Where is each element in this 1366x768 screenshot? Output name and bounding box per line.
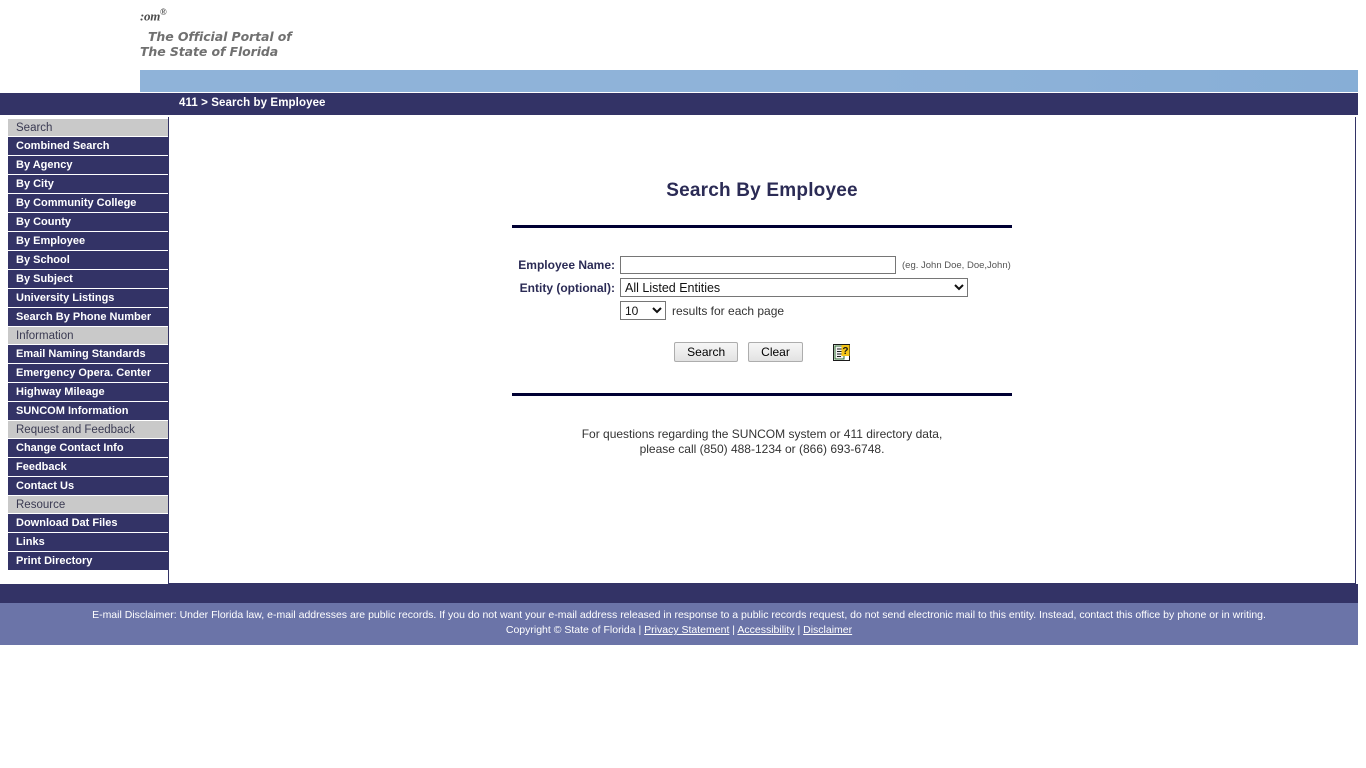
sidebar-item-by-city[interactable]: By City: [8, 175, 168, 194]
results-per-page-label: results for each page: [672, 303, 785, 318]
sidebar-item-highway-mileage[interactable]: Highway Mileage: [8, 383, 174, 402]
divider-bottom: [512, 393, 1012, 396]
employee-name-input[interactable]: [620, 256, 896, 274]
logo-domain-text: :om®: [140, 7, 167, 24]
breadcrumb: 411 > Search by Employee: [179, 97, 326, 109]
accessibility-link[interactable]: Accessibility: [737, 624, 794, 636]
breadcrumb-bar: 411 > Search by Employee: [0, 93, 1358, 115]
sidebar-item-change-contact-info[interactable]: Change Contact Info: [8, 439, 168, 458]
sidebar-item-search-by-phone-number[interactable]: Search By Phone Number: [8, 308, 174, 327]
sidebar-item-feedback[interactable]: Feedback: [8, 458, 168, 477]
sidebar-item-by-subject[interactable]: By Subject: [8, 270, 168, 289]
entity-row: Entity (optional): All Listed Entities: [512, 278, 1012, 297]
sidebar-group-resource: Resource: [8, 496, 168, 514]
sidebar-item-links[interactable]: Links: [8, 533, 168, 552]
sidebar-item-print-directory[interactable]: Print Directory: [8, 552, 168, 571]
sidebar-item-university-listings[interactable]: University Listings: [8, 289, 168, 308]
logo-tagline: The Official Portal of The State of Flor…: [140, 29, 292, 59]
sidebar-item-by-county[interactable]: By County: [8, 213, 168, 232]
employee-name-label: Employee Name:: [518, 258, 615, 272]
sidebar-item-by-community-college[interactable]: By Community College: [8, 194, 168, 213]
registered-mark-icon: ®: [160, 7, 167, 17]
privacy-statement-link[interactable]: Privacy Statement: [644, 624, 729, 636]
sidebar-item-emergency-operations-center[interactable]: Emergency Opera. Center: [8, 364, 174, 383]
sidebar-item-by-agency[interactable]: By Agency: [8, 156, 168, 175]
logo-tagline-line1: The Official Portal of: [148, 29, 292, 44]
sidebar-group-information: Information: [8, 327, 168, 345]
sidebar-item-by-employee[interactable]: By Employee: [8, 232, 168, 251]
email-disclaimer: E-mail Disclaimer: Under Florida law, e-…: [92, 609, 1266, 621]
main-content-panel: Search By Employee Employee Name: (eg. J…: [168, 117, 1356, 584]
sidebar-item-email-naming-standards[interactable]: Email Naming Standards: [8, 345, 174, 364]
sidebar-group-search: Search: [8, 119, 168, 137]
logo-tagline-line2: The State of Florida: [140, 44, 279, 59]
results-per-page-select[interactable]: 10: [620, 301, 666, 320]
site-header: :om® The Official Portal of The State of…: [0, 0, 1366, 92]
clear-button[interactable]: Clear: [748, 342, 803, 362]
entity-label: Entity (optional):: [519, 280, 615, 295]
contact-note: For questions regarding the SUNCOM syste…: [169, 427, 1355, 457]
form-actions: Search Clear ?: [512, 342, 1012, 362]
sidebar-nav: Search Combined Search By Agency By City…: [8, 119, 174, 571]
sidebar-item-by-school[interactable]: By School: [8, 251, 168, 270]
header-banner-strip: [140, 70, 1358, 92]
svg-text:?: ?: [842, 346, 848, 357]
search-button[interactable]: Search: [674, 342, 739, 362]
site-footer: E-mail Disclaimer: Under Florida law, e-…: [0, 603, 1358, 645]
footer-copyright-row: Copyright © State of Florida | Privacy S…: [0, 622, 1358, 638]
page-title: Search By Employee: [666, 180, 858, 201]
logo-domain-label: om: [144, 8, 161, 24]
results-per-page-row: 10 results for each page: [512, 301, 1012, 320]
disclaimer-link[interactable]: Disclaimer: [803, 624, 852, 636]
footer-separator-1: |: [638, 624, 642, 636]
footer-separator-3: |: [797, 624, 801, 636]
employee-name-hint: (eg. John Doe, Doe,John): [902, 259, 1011, 271]
sidebar-item-suncom-information[interactable]: SUNCOM Information: [8, 402, 174, 421]
florida-portal-logo[interactable]: :om® The Official Portal of The State of…: [140, 5, 292, 59]
sidebar-group-request-and-feedback: Request and Feedback: [8, 421, 168, 439]
divider-top: [512, 225, 1012, 228]
help-document-icon[interactable]: ?: [832, 343, 850, 361]
copyright-text: Copyright © State of Florida: [505, 624, 636, 636]
employee-name-row: Employee Name: (eg. John Doe, Doe,John): [512, 256, 1012, 274]
contact-note-line2: please call (850) 488-1234 or (866) 693-…: [639, 442, 885, 456]
contact-note-line1: For questions regarding the SUNCOM syste…: [581, 427, 943, 441]
sidebar-item-download-dat-files[interactable]: Download Dat Files: [8, 514, 168, 533]
employee-search-form: Employee Name: (eg. John Doe, Doe,John) …: [512, 256, 1012, 362]
footer-separator-2: |: [732, 624, 736, 636]
entity-select[interactable]: All Listed Entities: [620, 278, 968, 297]
sidebar-item-combined-search[interactable]: Combined Search: [8, 137, 168, 156]
sidebar-item-contact-us[interactable]: Contact Us: [8, 477, 168, 496]
footer-dark-band: [0, 584, 1358, 603]
